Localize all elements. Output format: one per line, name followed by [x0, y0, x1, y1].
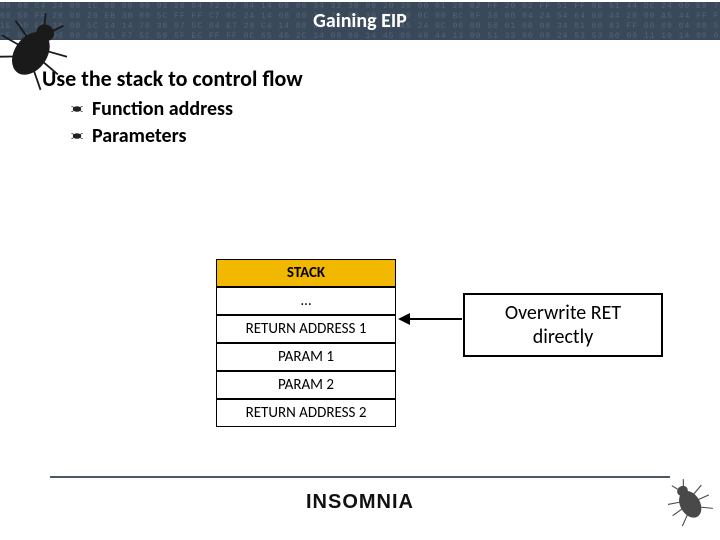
body-heading: Use the stack to control flow: [42, 65, 682, 93]
bug-small-icon: [658, 473, 718, 528]
bullet-label: Function address: [92, 97, 233, 121]
footer-divider: [50, 476, 670, 478]
stack-row: PARAM 1: [216, 343, 396, 371]
slide-title: Gaining EIP: [0, 2, 720, 40]
callout-box: Overwrite RET directly: [463, 293, 663, 357]
bug-large-icon: [0, 0, 80, 95]
stack-row: RETURN ADDRESS 2: [216, 399, 396, 427]
slide: 00 08 C4 24 00 1C 00 08 90 93 20 04 72 C…: [0, 0, 720, 540]
stack-table: STACK … RETURN ADDRESS 1 PARAM 1 PARAM 2…: [216, 259, 396, 427]
stack-row: RETURN ADDRESS 1: [216, 315, 396, 343]
stack-row: PARAM 2: [216, 371, 396, 399]
bug-bullet-icon: [70, 104, 84, 114]
stack-header: STACK: [216, 259, 396, 287]
body-text: Use the stack to control flow Function a…: [42, 65, 682, 151]
callout-line2: directly: [469, 325, 657, 349]
stack-row: …: [216, 287, 396, 315]
list-item: Function address: [70, 97, 682, 121]
callout-line1: Overwrite RET: [469, 301, 657, 325]
list-item: Parameters: [70, 124, 682, 148]
bullet-label: Parameters: [92, 124, 186, 148]
footer-brand: INSOMNIA: [0, 491, 720, 514]
bullet-list: Function address Parameters: [42, 97, 682, 148]
title-bar: 00 08 C4 24 00 1C 00 08 90 93 20 04 72 C…: [0, 2, 720, 40]
arrow-icon: [396, 310, 464, 328]
bug-bullet-icon: [70, 131, 84, 141]
